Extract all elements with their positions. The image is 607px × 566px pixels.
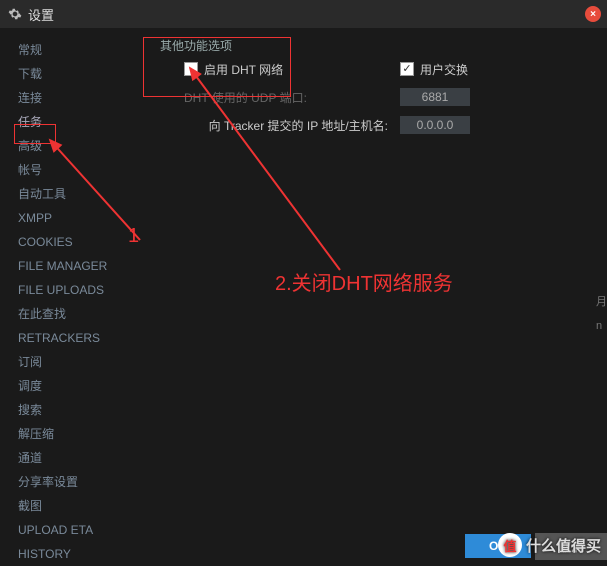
sidebar-item-autotools[interactable]: 自动工具 — [0, 182, 130, 206]
sidebar-item-account[interactable]: 帐号 — [0, 158, 130, 182]
annotation-label-1: 1 — [128, 225, 139, 248]
sidebar-item-cookies[interactable]: COOKIES — [0, 230, 130, 254]
watermark-icon: 值 — [498, 533, 522, 557]
sidebar-item-scheduler[interactable]: 调度 — [0, 374, 130, 398]
pex-checkbox[interactable] — [400, 62, 414, 76]
annotation-label-2: 2.关闭DHT网络服务 — [275, 267, 453, 296]
sidebar-item-connection[interactable]: 连接 — [0, 86, 130, 110]
fieldset-legend: 其他功能选项 — [156, 37, 236, 54]
close-button[interactable]: × — [585, 6, 601, 22]
udp-port-label: DHT 使用的 UDP 端口: — [184, 89, 307, 106]
sidebar-item-unpack[interactable]: 解压缩 — [0, 422, 130, 446]
other-features-fieldset: 其他功能选项 启用 DHT 网络 用户交换 DHT 使用的 UDP 端口: 68… — [150, 38, 587, 152]
pex-label: 用户交换 — [420, 61, 468, 78]
sidebar-item-search[interactable]: 搜索 — [0, 398, 130, 422]
sidebar-item-rss[interactable]: 订阅 — [0, 350, 130, 374]
sidebar-item-filemanager[interactable]: FILE MANAGER — [0, 254, 130, 278]
sidebar: 常规 下载 连接 任务 高级 帐号 自动工具 XMPP COOKIES FILE… — [0, 28, 130, 531]
edge-text: 月 n — [596, 290, 607, 338]
tracker-ip-value[interactable]: 0.0.0.0 — [400, 116, 470, 134]
dht-label: 启用 DHT 网络 — [204, 61, 283, 78]
sidebar-item-channel[interactable]: 通道 — [0, 446, 130, 470]
dht-checkbox[interactable] — [184, 62, 198, 76]
sidebar-item-history[interactable]: HISTORY — [0, 542, 130, 566]
udp-port-value[interactable]: 6881 — [400, 88, 470, 106]
watermark-text: 什么值得买 — [526, 535, 601, 556]
sidebar-item-uploadeta[interactable]: UPLOAD ETA — [0, 518, 130, 542]
sidebar-item-fileuploads[interactable]: FILE UPLOADS — [0, 278, 130, 302]
sidebar-item-advanced[interactable]: 高级 — [0, 134, 130, 158]
sidebar-item-screenshot[interactable]: 截图 — [0, 494, 130, 518]
sidebar-item-findhere[interactable]: 在此查找 — [0, 302, 130, 326]
sidebar-item-general[interactable]: 常规 — [0, 38, 130, 62]
sidebar-item-download[interactable]: 下载 — [0, 62, 130, 86]
sidebar-item-ratio[interactable]: 分享率设置 — [0, 470, 130, 494]
window-title: 设置 — [28, 5, 54, 24]
sidebar-item-xmpp[interactable]: XMPP — [0, 206, 130, 230]
tracker-ip-label: 向 Tracker 提交的 IP 地址/主机名: — [209, 117, 388, 134]
gear-icon — [8, 7, 22, 21]
watermark: 值 什么值得买 — [498, 533, 601, 557]
titlebar: 设置 × — [0, 0, 607, 28]
sidebar-item-task[interactable]: 任务 — [0, 110, 130, 134]
sidebar-item-retrackers[interactable]: RETRACKERS — [0, 326, 130, 350]
